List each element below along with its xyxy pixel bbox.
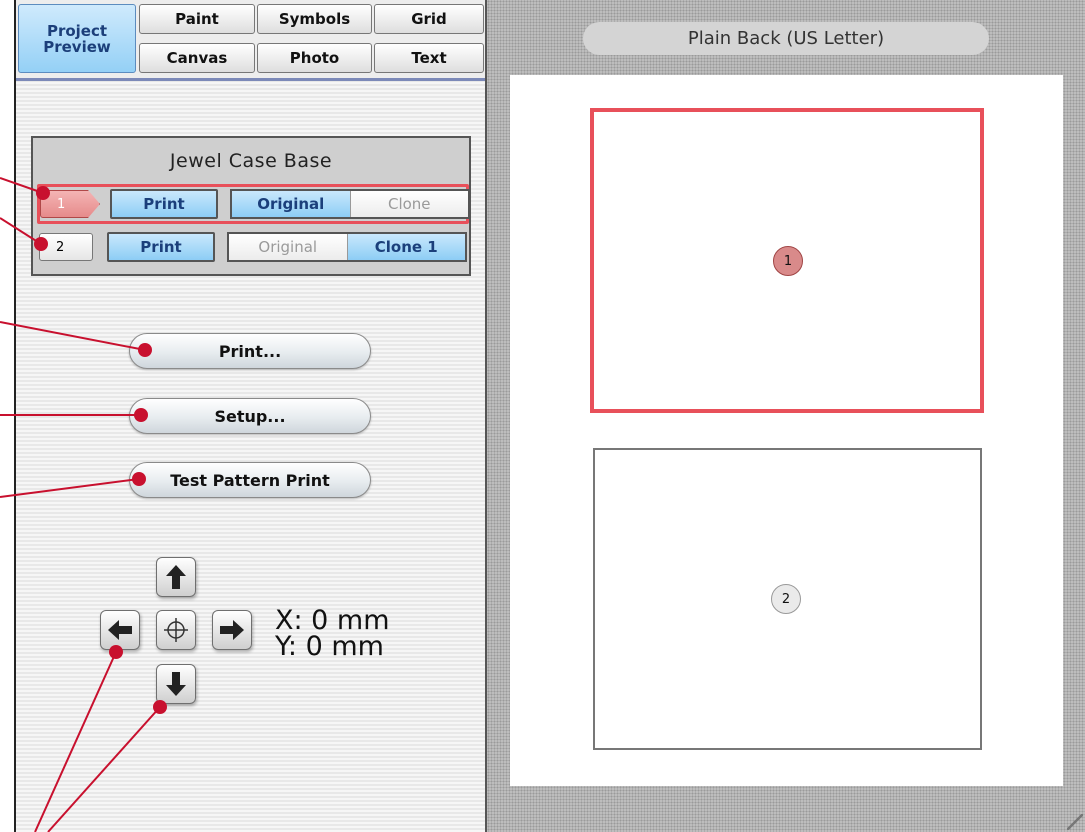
page-sheet: 1 2 bbox=[510, 75, 1063, 786]
print-toggle-1[interactable]: Print bbox=[110, 189, 218, 219]
center-crosshair-icon bbox=[164, 618, 188, 642]
print-region-2[interactable]: 2 bbox=[593, 448, 982, 750]
y-offset-readout: Y: 0 mm bbox=[275, 631, 384, 662]
nudge-up-button[interactable] bbox=[156, 557, 196, 597]
region-row-1: 1 Print Original Clone bbox=[37, 184, 470, 224]
clone-option-2[interactable]: Clone 1 bbox=[346, 234, 465, 260]
tab-grid[interactable]: Grid bbox=[374, 4, 484, 34]
tab-project-preview[interactable]: Project Preview bbox=[18, 4, 136, 73]
nudge-right-button[interactable] bbox=[212, 610, 252, 650]
group-title: Jewel Case Base bbox=[169, 150, 333, 172]
arrow-down-icon bbox=[166, 672, 186, 696]
preview-panel: Plain Back (US Letter) 1 2 bbox=[485, 0, 1085, 832]
tab-bar: Project Preview Paint Symbols Grid Canva… bbox=[16, 0, 487, 81]
region-row-2: 2 Print Original Clone 1 bbox=[37, 230, 469, 270]
setup-button[interactable]: Setup... bbox=[129, 398, 371, 434]
arrow-right-icon bbox=[220, 620, 244, 640]
tab-photo[interactable]: Photo bbox=[257, 43, 372, 73]
tab-paint[interactable]: Paint bbox=[139, 4, 255, 34]
tab-text[interactable]: Text bbox=[374, 43, 484, 73]
test-pattern-print-button[interactable]: Test Pattern Print bbox=[129, 462, 371, 498]
tab-symbols[interactable]: Symbols bbox=[257, 4, 372, 34]
tab-canvas[interactable]: Canvas bbox=[139, 43, 255, 73]
print-button[interactable]: Print... bbox=[129, 333, 371, 369]
original-clone-switch-1: Original Clone bbox=[230, 189, 470, 219]
arrow-up-icon bbox=[166, 565, 186, 589]
nudge-left-button[interactable] bbox=[100, 610, 140, 650]
center-position-button[interactable] bbox=[156, 610, 196, 650]
print-region-1[interactable]: 1 bbox=[590, 108, 984, 413]
page-title: Plain Back (US Letter) bbox=[583, 22, 989, 55]
left-panel: Project Preview Paint Symbols Grid Canva… bbox=[14, 0, 487, 832]
original-clone-switch-2: Original Clone 1 bbox=[227, 232, 467, 262]
clone-option-1[interactable]: Clone bbox=[349, 191, 468, 217]
arrow-left-icon bbox=[108, 620, 132, 640]
region-badge-1: 1 bbox=[773, 246, 803, 276]
print-toggle-2[interactable]: Print bbox=[107, 232, 215, 262]
jewel-case-base-group: Jewel Case Base 1 Print Original Clone 2… bbox=[31, 136, 471, 276]
region-badge-2: 2 bbox=[771, 584, 801, 614]
original-option-1[interactable]: Original bbox=[232, 191, 350, 217]
resize-grip-icon[interactable] bbox=[1067, 814, 1083, 830]
region-number-button-1[interactable]: 1 bbox=[40, 190, 100, 218]
region-number-button-2[interactable]: 2 bbox=[39, 233, 93, 261]
original-option-2[interactable]: Original bbox=[229, 234, 347, 260]
nudge-down-button[interactable] bbox=[156, 664, 196, 704]
